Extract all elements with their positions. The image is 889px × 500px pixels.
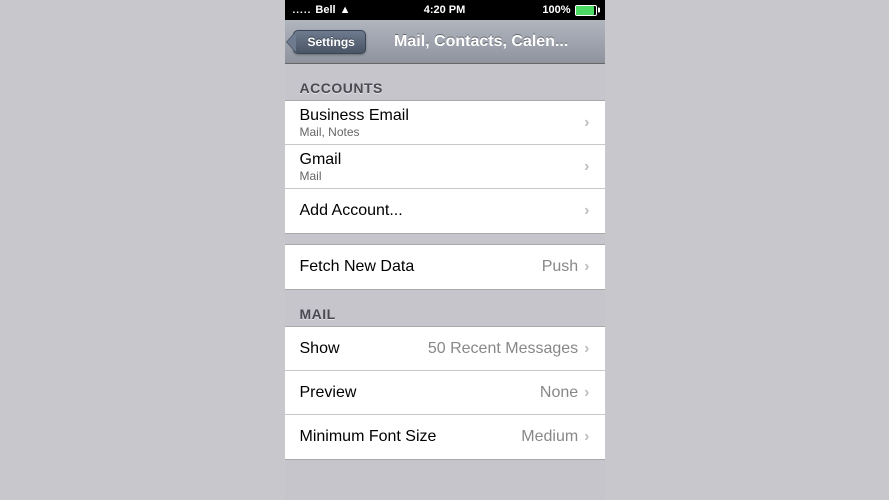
nav-title: Mail, Contacts, Calen... <box>374 33 589 51</box>
gmail-left: Gmail Mail <box>300 151 585 183</box>
content: Accounts Business Email Mail, Notes › Gm… <box>285 64 605 480</box>
accounts-table: Business Email Mail, Notes › Gmail Mail … <box>285 100 605 234</box>
business-email-row[interactable]: Business Email Mail, Notes › <box>285 101 605 145</box>
font-size-left: Minimum Font Size <box>300 428 522 446</box>
fetch-data-label: Fetch New Data <box>300 258 542 276</box>
font-size-value: Medium <box>521 428 578 446</box>
fetch-data-left: Fetch New Data <box>300 258 542 276</box>
phone-container: ..... Bell ▲ 4:20 PM 100% Settings Mail,… <box>285 0 605 500</box>
add-account-chevron: › <box>584 202 589 220</box>
preview-value: None <box>540 384 578 402</box>
fetch-data-row[interactable]: Fetch New Data Push › <box>285 245 605 289</box>
mail-table: Show 50 Recent Messages › Preview None › <box>285 326 605 460</box>
battery-fill <box>576 6 594 15</box>
show-chevron: › <box>584 340 589 358</box>
business-email-title: Business Email <box>300 107 585 125</box>
preview-left: Preview <box>300 384 540 402</box>
back-button[interactable]: Settings <box>293 30 366 54</box>
time-display: 4:20 PM <box>424 4 466 16</box>
status-bar: ..... Bell ▲ 4:20 PM 100% <box>285 0 605 20</box>
carrier-label: Bell <box>315 4 335 16</box>
battery-percent: 100% <box>542 4 570 16</box>
gmail-title: Gmail <box>300 151 585 169</box>
add-account-row[interactable]: Add Account... › <box>285 189 605 233</box>
business-email-right: › <box>584 114 589 132</box>
preview-label: Preview <box>300 384 540 402</box>
accounts-section-header: Accounts <box>285 74 605 100</box>
gmail-right: › <box>584 158 589 176</box>
gmail-chevron: › <box>584 158 589 176</box>
fetch-data-chevron: › <box>584 258 589 276</box>
show-right: 50 Recent Messages › <box>428 340 590 358</box>
gmail-subtitle: Mail <box>300 169 585 183</box>
battery-icon <box>575 5 597 16</box>
wifi-icon: ▲ <box>340 4 351 16</box>
business-email-left: Business Email Mail, Notes <box>300 107 585 139</box>
status-right: 100% <box>542 4 596 16</box>
show-row[interactable]: Show 50 Recent Messages › <box>285 327 605 371</box>
show-left: Show <box>300 340 428 358</box>
fetch-data-table: Fetch New Data Push › <box>285 244 605 290</box>
signal-text: ..... <box>293 5 312 16</box>
add-account-right: › <box>584 202 589 220</box>
font-size-label: Minimum Font Size <box>300 428 522 446</box>
gmail-row[interactable]: Gmail Mail › <box>285 145 605 189</box>
business-email-chevron: › <box>584 114 589 132</box>
nav-bar: Settings Mail, Contacts, Calen... <box>285 20 605 64</box>
show-label: Show <box>300 340 428 358</box>
mail-section-header: Mail <box>285 300 605 326</box>
status-left: ..... Bell ▲ <box>293 4 351 16</box>
show-value: 50 Recent Messages <box>428 340 578 358</box>
font-size-right: Medium › <box>521 428 589 446</box>
business-email-subtitle: Mail, Notes <box>300 125 585 139</box>
preview-row[interactable]: Preview None › <box>285 371 605 415</box>
fetch-data-right: Push › <box>542 258 590 276</box>
preview-right: None › <box>540 384 590 402</box>
font-size-chevron: › <box>584 428 589 446</box>
fetch-data-value: Push <box>542 258 578 276</box>
add-account-title: Add Account... <box>300 202 585 220</box>
preview-chevron: › <box>584 384 589 402</box>
add-account-left: Add Account... <box>300 202 585 220</box>
font-size-row[interactable]: Minimum Font Size Medium › <box>285 415 605 459</box>
